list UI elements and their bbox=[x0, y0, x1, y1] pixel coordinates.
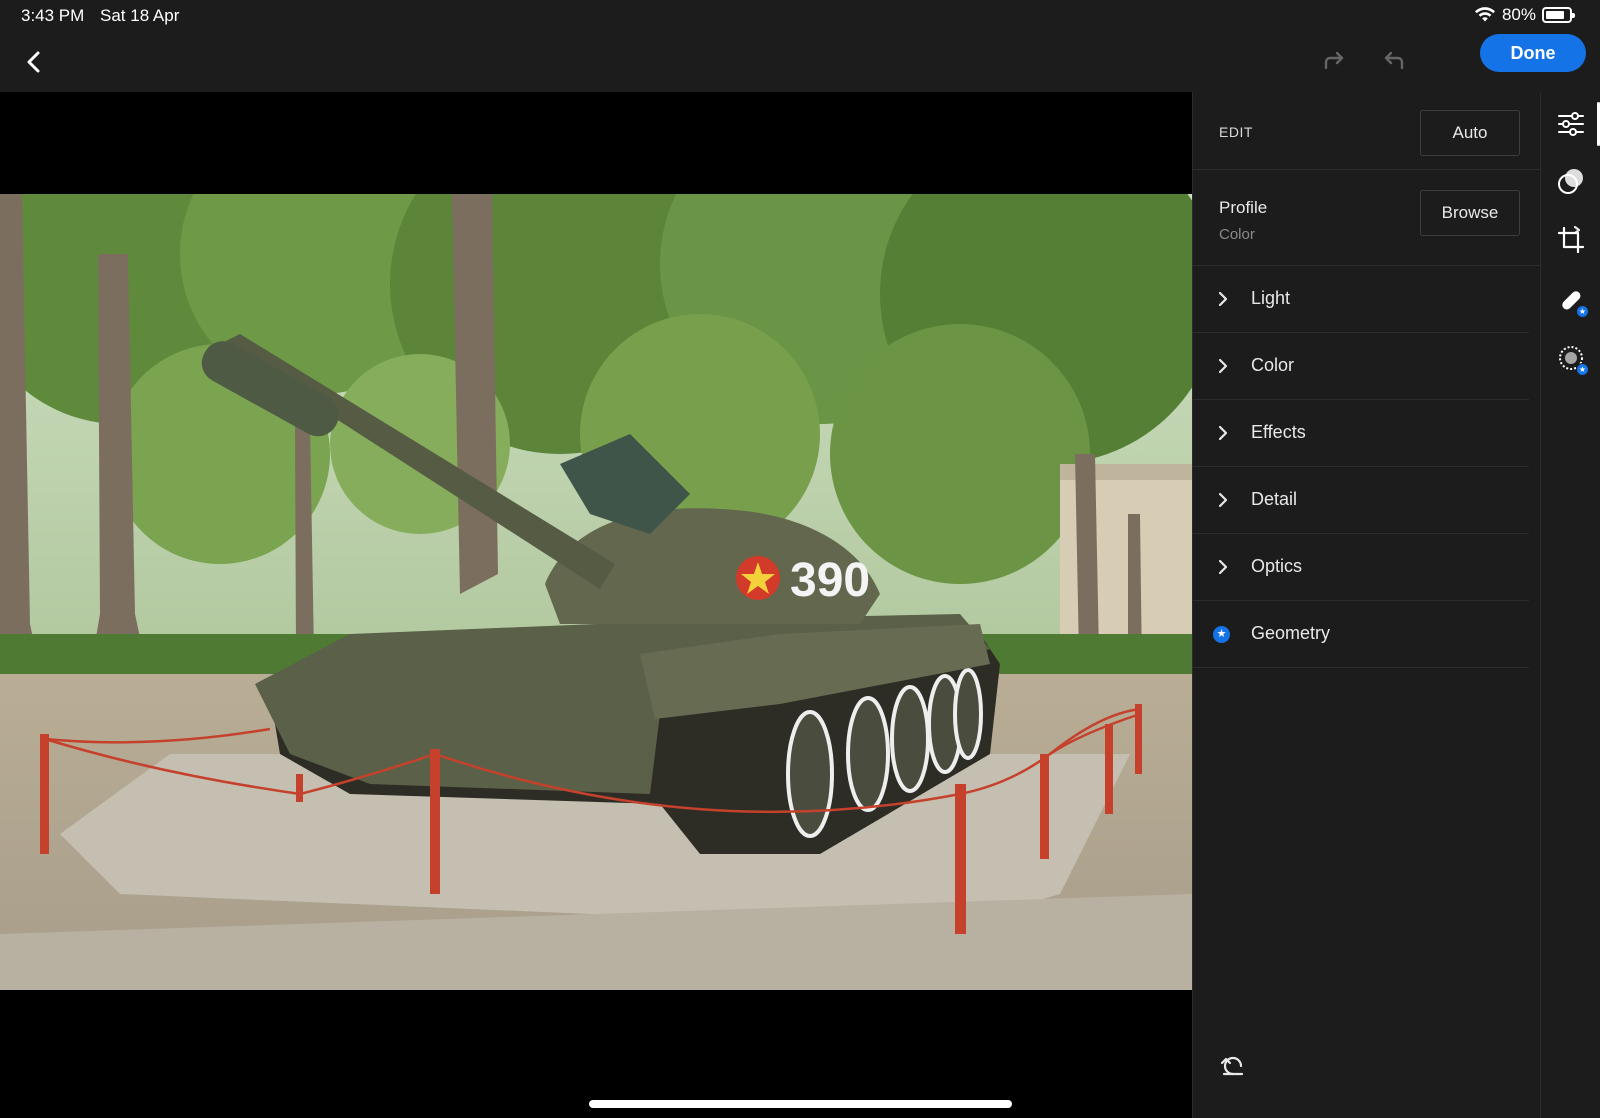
section-color[interactable]: Color bbox=[1193, 333, 1529, 400]
status-indicators: 80% bbox=[1474, 5, 1575, 25]
edit-tool-button[interactable] bbox=[1555, 108, 1587, 140]
edit-header: EDIT Auto bbox=[1193, 92, 1541, 170]
section-effects[interactable]: Effects bbox=[1193, 400, 1529, 467]
section-optics[interactable]: Optics bbox=[1193, 534, 1529, 601]
masking-tool-button[interactable] bbox=[1555, 166, 1587, 198]
section-detail[interactable]: Detail bbox=[1193, 467, 1529, 534]
profile-value: Color bbox=[1219, 226, 1255, 243]
battery-percent: 80% bbox=[1501, 5, 1536, 24]
tank-photo: 390 bbox=[0, 194, 1192, 990]
lightroom-screen: 3:43 PM Sat 18 Apr 80% Done 390 EDIT Aut… bbox=[0, 0, 1600, 1118]
auto-button[interactable]: Auto bbox=[1420, 110, 1520, 156]
edit-sliders-icon bbox=[1558, 112, 1584, 136]
top-app-bar: Done bbox=[0, 34, 1600, 92]
premium-star-icon: ★ bbox=[1213, 626, 1230, 643]
section-light[interactable]: Light bbox=[1193, 266, 1529, 333]
profile-title: Profile bbox=[1219, 198, 1268, 217]
tank-photo-image: 390 bbox=[0, 194, 1192, 990]
battery-icon bbox=[1542, 7, 1575, 23]
chevron-right-icon bbox=[1218, 425, 1228, 441]
undo-button[interactable] bbox=[1378, 46, 1414, 82]
crop-icon bbox=[1557, 225, 1585, 254]
wifi-icon bbox=[1474, 7, 1495, 22]
chevron-right-icon bbox=[1218, 291, 1228, 307]
edit-panel: EDIT Auto Profile Color Browse Light Col… bbox=[1192, 92, 1541, 1118]
tank-number: 390 bbox=[790, 554, 870, 607]
chevron-left-icon bbox=[27, 51, 40, 73]
status-time: 3:43 PM bbox=[21, 6, 85, 25]
photo-canvas[interactable]: 390 bbox=[0, 92, 1192, 1118]
back-button[interactable] bbox=[16, 44, 52, 80]
tool-strip: ★ ★ bbox=[1540, 92, 1600, 1118]
home-indicator[interactable] bbox=[589, 1100, 1012, 1108]
chevron-right-icon bbox=[1218, 559, 1228, 575]
section-optics-label: Optics bbox=[1251, 556, 1303, 576]
undo-icon bbox=[1384, 51, 1404, 70]
reset-button[interactable] bbox=[1219, 1052, 1249, 1082]
redo-icon bbox=[1324, 51, 1344, 70]
section-color-label: Color bbox=[1251, 355, 1295, 375]
premium-star-icon: ★ bbox=[1576, 305, 1589, 318]
section-geometry-label: Geometry bbox=[1251, 623, 1331, 643]
browse-profiles-button[interactable]: Browse bbox=[1420, 190, 1520, 236]
chevron-right-icon bbox=[1218, 492, 1228, 508]
section-geometry[interactable]: ★ Geometry bbox=[1193, 601, 1529, 668]
section-detail-label: Detail bbox=[1251, 489, 1298, 509]
status-date: Sat 18 Apr bbox=[100, 6, 180, 25]
battery-fill bbox=[1546, 11, 1564, 19]
redo-button[interactable] bbox=[1318, 46, 1354, 82]
profile-row: Profile Color Browse bbox=[1193, 170, 1541, 266]
chevron-right-icon bbox=[1218, 358, 1228, 374]
done-button[interactable]: Done bbox=[1480, 34, 1586, 72]
section-light-label: Light bbox=[1251, 288, 1291, 308]
premium-star-icon: ★ bbox=[1576, 363, 1589, 376]
section-effects-label: Effects bbox=[1251, 422, 1306, 442]
reset-icon bbox=[1220, 1056, 1244, 1076]
healing-tool-button[interactable]: ★ bbox=[1555, 284, 1589, 318]
status-bar: 3:43 PM Sat 18 Apr 80% bbox=[0, 0, 1600, 34]
remove-tool-button[interactable]: ★ bbox=[1555, 342, 1589, 376]
edit-header-label: EDIT bbox=[1219, 124, 1253, 140]
masking-icon bbox=[1558, 169, 1583, 194]
crop-tool-button[interactable] bbox=[1555, 224, 1587, 256]
